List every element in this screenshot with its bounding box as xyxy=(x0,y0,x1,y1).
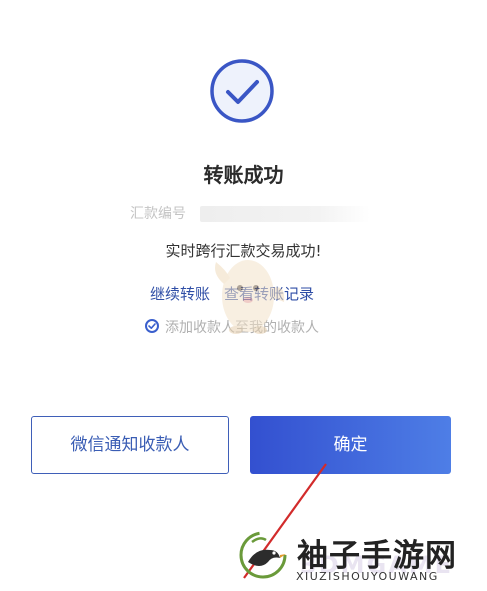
page-title: 转账成功 xyxy=(203,163,284,187)
reference-number-label: 汇款编号 xyxy=(130,206,186,222)
bird-logo-icon xyxy=(239,531,287,579)
add-payee-checkbox[interactable] xyxy=(145,318,159,333)
checkmark-icon xyxy=(148,322,156,329)
site-logo-subtext: XIUZISHOUYOUWANG xyxy=(296,570,439,583)
check-circle-icon xyxy=(210,59,274,123)
reference-number-masked xyxy=(200,206,370,222)
notify-payee-button[interactable]: 微信通知收款人 xyxy=(31,416,229,474)
reference-number-row: 汇款编号 xyxy=(130,203,370,225)
continue-transfer-link[interactable]: 继续转账 xyxy=(150,283,210,304)
confirm-button[interactable]: 确定 xyxy=(250,416,451,474)
mascot-watermark-icon xyxy=(215,260,285,334)
site-logo-text: 袖子手游网 xyxy=(297,538,457,574)
